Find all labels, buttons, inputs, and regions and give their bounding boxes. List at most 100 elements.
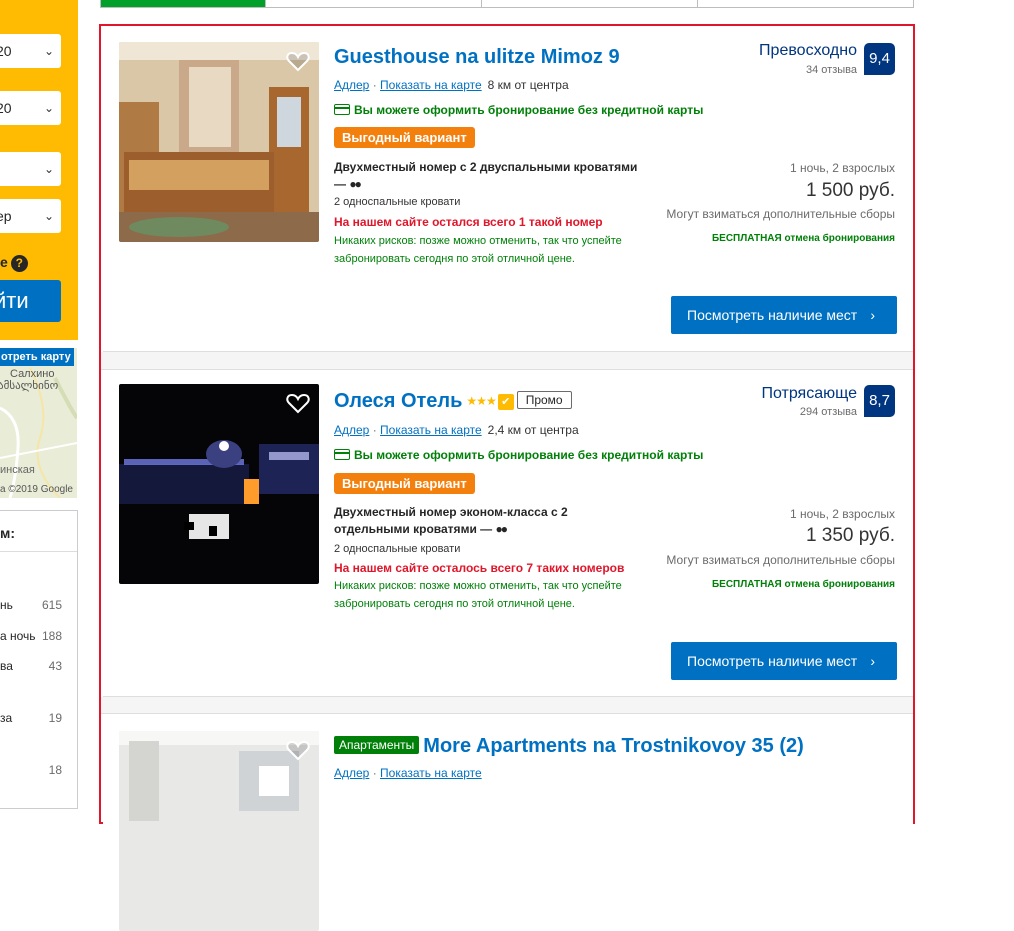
free-cancellation: БЕСПЛАТНАЯ отмена бронирования	[711, 233, 895, 244]
show-on-map-link[interactable]: Показать на карте	[380, 423, 482, 437]
city-link[interactable]: Адлер	[334, 78, 369, 92]
rooms-left: На нашем сайте осталось всего 7 таких но…	[334, 561, 625, 575]
filter-label: ва	[0, 659, 13, 673]
promo-badge: Промо	[516, 391, 572, 409]
chevron-down-icon: ⌄	[43, 101, 54, 115]
map-label: ამსალხინო	[0, 380, 59, 392]
filter-count: 19	[48, 711, 62, 725]
room-photo	[119, 42, 319, 242]
show-on-map-link[interactable]: отреть карту	[0, 348, 74, 366]
distance: 8 км от центра	[487, 78, 569, 92]
deal-badge: Выгодный вариант	[334, 127, 475, 148]
search-button-label: йти	[0, 288, 29, 313]
thumbs-up-icon: ✔	[497, 394, 514, 410]
property-photo[interactable]	[119, 731, 319, 931]
filter-count: 43	[48, 659, 62, 673]
room-dash: —	[334, 177, 346, 191]
see-availability-button[interactable]: Посмотреть наличие мест ›	[671, 642, 897, 680]
guests-select[interactable]: ⌄	[0, 152, 61, 186]
property-name[interactable]: Олеся Отель	[334, 390, 462, 412]
room-type[interactable]: Двухместный номер с 2 двуспальными крова…	[334, 159, 644, 193]
review-count[interactable]: 294 отзыва	[800, 406, 857, 418]
price: 1 500 руб.	[805, 180, 895, 201]
heart-icon[interactable]	[286, 50, 310, 72]
price: 1 350 руб.	[805, 525, 895, 546]
credit-card-icon	[334, 449, 350, 460]
filter-label: за	[0, 711, 13, 725]
filter-count: 615	[41, 598, 62, 612]
star-rating: ★★★	[466, 394, 496, 408]
apartment-photo	[119, 731, 319, 931]
property-title: Олеся Отель ★★★ ✔ Промо	[334, 390, 572, 413]
filter-label: нь	[0, 598, 13, 612]
show-on-map-link[interactable]: Показать на карте	[380, 766, 482, 780]
select-value: ер	[0, 208, 12, 224]
show-on-map-link[interactable]: Показать на карте	[380, 78, 482, 92]
city-link[interactable]: Адлер	[334, 423, 369, 437]
review-score-word: Превосходно	[759, 42, 857, 59]
room-name: Двухместный номер с 2 двуспальными крова…	[334, 160, 638, 174]
see-availability-button[interactable]: Посмотреть наличие мест ›	[671, 296, 897, 334]
no-card-notice: Вы можете оформить бронирование без кред…	[334, 448, 703, 462]
fees-note: Могут взиматься дополнительные сборы	[666, 207, 895, 221]
property-title: Апартаменты More Apartments na Trostnikov…	[334, 735, 804, 758]
filter-count: 18	[48, 763, 62, 777]
stay-details: 1 ночь, 2 взрослых	[790, 161, 895, 175]
bed-info: 2 односпальные кровати	[334, 196, 461, 208]
cta-label: Посмотреть наличие мест	[687, 307, 858, 323]
sort-tab[interactable]	[698, 0, 913, 7]
chevron-down-icon: ⌄	[43, 162, 54, 176]
no-risk-text: Никаких рисков: позже можно отменить, та…	[334, 235, 622, 265]
property-card: Олеся Отель ★★★ ✔ Промо Адлер · Показать на…	[103, 370, 913, 697]
review-score-word: Потрясающе	[761, 385, 857, 402]
two-persons-icon: ●●	[349, 177, 361, 191]
location-row: Адлер · Показать на карте 8 км от центра	[334, 78, 569, 92]
property-photo[interactable]	[119, 384, 319, 584]
sort-tab-active[interactable]	[101, 0, 266, 7]
room-dash: —	[480, 522, 493, 536]
free-cancellation: БЕСПЛАТНАЯ отмена бронирования	[711, 579, 895, 590]
location-row: Адлер · Показать на карте 2,4 км от центр…	[334, 423, 579, 437]
credit-card-icon	[334, 104, 350, 115]
help-text: е	[0, 254, 8, 270]
no-risk-text: Никаких рисков: позже можно отменить, та…	[334, 580, 622, 610]
help-row: е?	[0, 254, 28, 272]
map-label: инская	[0, 464, 35, 476]
card-gap	[101, 697, 913, 714]
search-button[interactable]: йти	[0, 280, 61, 322]
purpose-select[interactable]: ер ⌄	[0, 199, 61, 233]
review-score-badge: 8,7	[864, 385, 895, 417]
sort-tabs	[100, 0, 914, 8]
room-type[interactable]: Двухместный номер эконом-класса с 2 отде…	[334, 504, 644, 538]
city-link[interactable]: Адлер	[334, 766, 369, 780]
property-photo[interactable]	[119, 42, 319, 242]
property-card: Апартаменты More Apartments na Trostnikov…	[103, 714, 913, 931]
distance: 2,4 км от центра	[487, 423, 579, 437]
chevron-right-icon: ›	[870, 653, 875, 669]
property-title[interactable]: Guesthouse na ulitze Mimoz 9	[334, 46, 620, 69]
no-card-text: Вы можете оформить бронирование без кред…	[354, 103, 704, 117]
checkin-year-select[interactable]: 20 ⌄	[0, 34, 61, 68]
heart-icon[interactable]	[286, 392, 310, 414]
property-card: Guesthouse na ulitze Mimoz 9 Адлер · Пок…	[103, 26, 913, 352]
heart-icon[interactable]	[286, 739, 310, 761]
sort-tab[interactable]	[266, 0, 482, 7]
map-copyright: а ©2019 Google	[0, 484, 73, 495]
hotel-night-photo	[119, 384, 319, 584]
filter-count: 188	[41, 629, 62, 643]
bed-info: 2 односпальные кровати	[334, 543, 461, 555]
sort-tab[interactable]	[482, 0, 698, 7]
filter-title: м:	[0, 525, 16, 541]
chevron-down-icon: ⌄	[43, 44, 54, 58]
room-name: Двухместный номер эконом-класса с 2 отде…	[334, 505, 568, 536]
checkout-year-select[interactable]: 20 ⌄	[0, 91, 61, 125]
property-name[interactable]: More Apartments na Trostnikovoy 35 (2)	[423, 735, 803, 757]
fees-note: Могут взиматься дополнительные сборы	[666, 553, 895, 567]
filter-box: м: нь 615 а ночь 188 ва 43 за 19 18	[0, 510, 78, 809]
question-icon[interactable]: ?	[10, 254, 28, 272]
no-card-notice: Вы можете оформить бронирование без кред…	[334, 103, 703, 117]
location-row: Адлер · Показать на карте	[334, 766, 482, 780]
deal-badge: Выгодный вариант	[334, 473, 475, 494]
review-count[interactable]: 34 отзыва	[806, 64, 857, 76]
stay-details: 1 ночь, 2 взрослых	[790, 507, 895, 521]
